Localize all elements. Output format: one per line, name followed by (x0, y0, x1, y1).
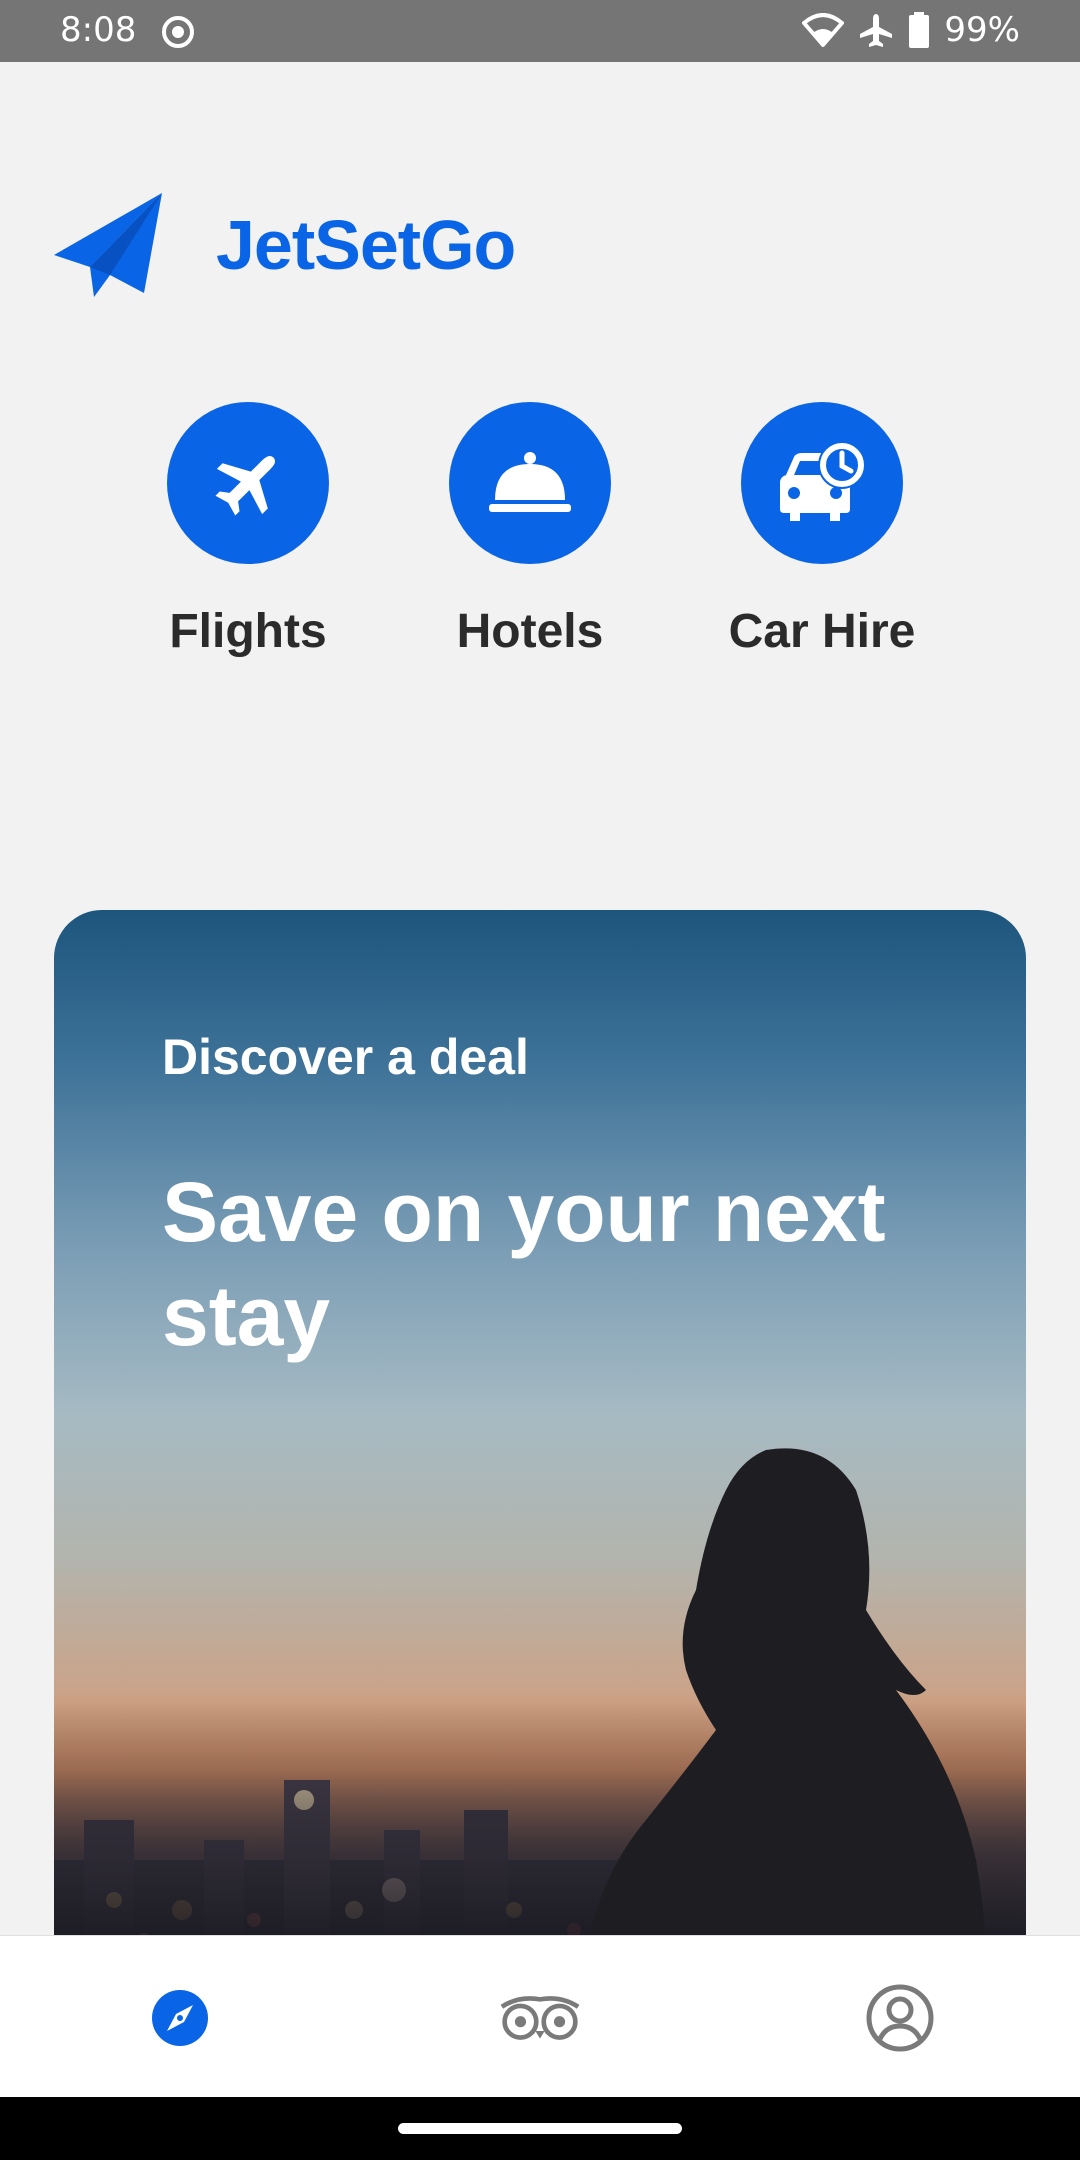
nav-profile[interactable] (860, 1978, 940, 2058)
category-flights[interactable]: Flights (118, 402, 378, 659)
category-car-hire[interactable]: Car Hire (692, 402, 952, 659)
airplane-icon (215, 455, 276, 516)
category-car-hire-circle[interactable] (741, 402, 903, 564)
nav-explore[interactable] (140, 1978, 220, 2058)
category-hotels-label: Hotels (456, 605, 604, 658)
deal-headline: Save on your next stay (162, 1165, 886, 1363)
home-gesture-pill[interactable] (398, 2123, 682, 2134)
battery-percent: 99% (944, 10, 1020, 50)
deal-eyebrow: Discover a deal (162, 1029, 529, 1085)
category-car-hire-label: Car Hire (728, 605, 916, 658)
paper-plane-icon (54, 193, 162, 297)
brand-name: JetSetGo (216, 206, 516, 284)
car-clock-icon (780, 441, 866, 521)
airplane-mode-icon (860, 14, 893, 47)
category-flights-circle[interactable] (167, 402, 329, 564)
status-time: 8:08 (60, 10, 137, 50)
person-silhouette-graphic (586, 1448, 986, 1960)
category-hotels[interactable]: Hotels (400, 402, 660, 659)
nav-reviews[interactable] (500, 1978, 580, 2058)
bottom-navigation (0, 1935, 1080, 2097)
category-hotels-circle[interactable] (449, 402, 611, 564)
status-icons: 99% (802, 10, 1020, 50)
owl-icon (500, 1996, 580, 2040)
battery-icon (909, 12, 930, 48)
brand-header: JetSetGo (52, 185, 516, 305)
deal-card[interactable]: Discover a deal Save on your next stay (54, 910, 1026, 1960)
wifi-icon (802, 13, 845, 47)
profile-icon (866, 1984, 934, 2052)
screen-record-icon (162, 16, 194, 48)
room-service-bell-icon (489, 452, 571, 512)
system-navigation-bar (0, 2097, 1080, 2160)
status-bar: 8:08 99% (0, 0, 1080, 62)
category-flights-label: Flights (169, 605, 327, 658)
compass-icon (152, 1990, 208, 2046)
